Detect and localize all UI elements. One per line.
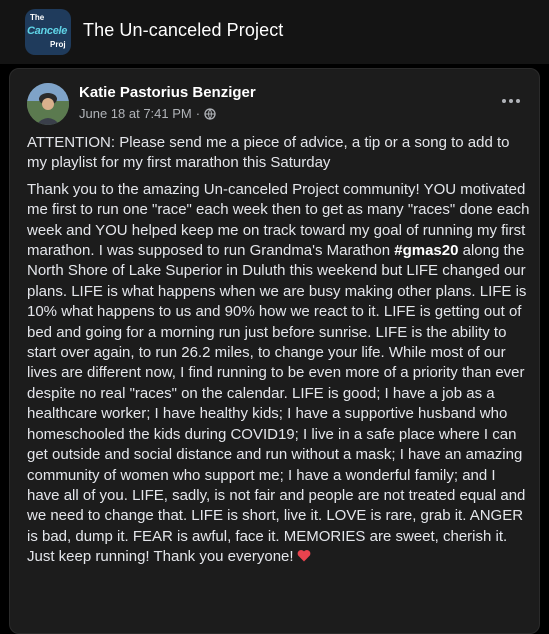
post-main-text: Thank you to the amazing Un-canceled Pro… — [27, 180, 532, 568]
logo-text-the: The — [30, 13, 45, 22]
hashtag-link[interactable]: #gmas20 — [394, 242, 458, 259]
logo-text-sub: Proj — [50, 40, 66, 49]
post-date[interactable]: June 18 at 7:41 PM — [79, 106, 192, 121]
avatar[interactable] — [27, 83, 69, 125]
group-logo[interactable]: The Cancele Proj — [25, 9, 71, 55]
more-options-icon[interactable] — [498, 93, 524, 109]
meta-separator: · — [195, 106, 201, 121]
logo-text-main: Cancele — [27, 25, 68, 37]
post-meta: June 18 at 7:41 PM · — [79, 106, 216, 121]
group-header: The Cancele Proj The Un-canceled Project — [0, 0, 549, 64]
heart-icon — [297, 550, 310, 562]
post-text-part-2: along the North Shore of Lake Superior i… — [27, 242, 527, 566]
group-name[interactable]: The Un-canceled Project — [83, 20, 283, 41]
avatar-photo — [27, 83, 69, 125]
post-body: ATTENTION: Please send me a piece of adv… — [27, 133, 532, 574]
post-attention-text: ATTENTION: Please send me a piece of adv… — [27, 134, 510, 172]
globe-icon[interactable] — [204, 107, 216, 120]
author-name[interactable]: Katie Pastorius Benziger — [79, 84, 256, 101]
